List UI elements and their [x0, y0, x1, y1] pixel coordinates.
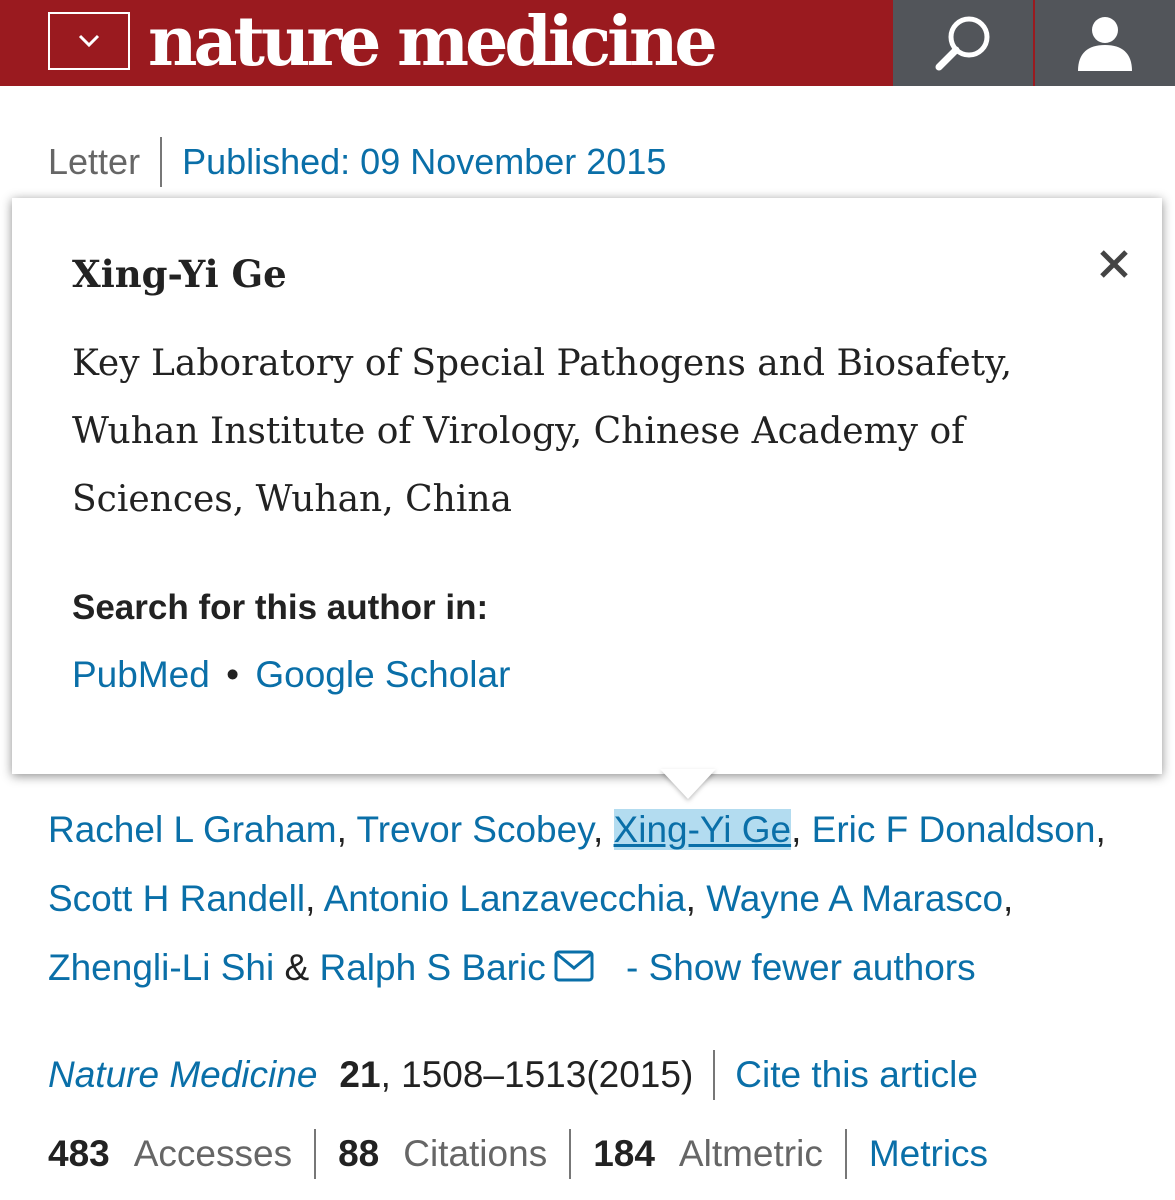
comma: ,	[1003, 878, 1014, 919]
metrics-row: 483 Accesses 88 Citations 184 Altmetric …	[48, 1128, 988, 1180]
author-link[interactable]: Antonio Lanzavecchia	[324, 878, 686, 919]
pubmed-link[interactable]: PubMed	[72, 654, 210, 695]
comma: ,	[685, 878, 696, 919]
popup-close-button[interactable]	[1094, 244, 1134, 284]
comma: ,	[336, 809, 347, 850]
header-user-button[interactable]	[1035, 0, 1175, 86]
journal-pages: , 1508–1513	[380, 1054, 587, 1095]
article-type-row: Letter Published: 09 November 2015	[48, 137, 666, 187]
author-link[interactable]: Zhengli-Li Shi	[48, 947, 274, 988]
author-popup: Xing-Yi Ge Key Laboratory of Special Pat…	[12, 198, 1162, 774]
citations-count: 88	[338, 1133, 380, 1174]
comma: ,	[305, 878, 316, 919]
comma: ,	[791, 809, 802, 850]
ampersand: &	[284, 947, 310, 988]
divider	[713, 1050, 716, 1100]
author-list: Rachel L Graham, Trevor Scobey, Xing-Yi …	[48, 795, 1158, 1002]
show-fewer-authors-link[interactable]: - Show fewer authors	[626, 947, 976, 988]
citations-label: Citations	[403, 1133, 548, 1174]
altmetric-label: Altmetric	[678, 1133, 823, 1174]
altmetric-count: 184	[593, 1133, 655, 1174]
menu-toggle-button[interactable]	[48, 12, 130, 70]
popup-search-links: PubMed • Google Scholar	[72, 654, 510, 696]
search-icon	[935, 16, 990, 71]
journal-volume: 21	[339, 1054, 381, 1095]
google-scholar-link[interactable]: Google Scholar	[255, 654, 510, 695]
popup-pointer	[660, 769, 716, 799]
journal-title: Nature Medicine	[48, 1054, 318, 1095]
author-link-selected[interactable]: Xing-Yi Ge	[613, 809, 792, 850]
divider	[160, 137, 163, 187]
mail-icon[interactable]	[554, 950, 594, 982]
article-type: Letter	[48, 141, 141, 182]
popup-affiliation: Key Laboratory of Special Pathogens and …	[72, 343, 1013, 520]
close-icon	[1100, 250, 1128, 278]
cite-article-link[interactable]: Cite this article	[735, 1054, 978, 1096]
author-link[interactable]: Rachel L Graham	[48, 809, 337, 850]
published-date-link[interactable]: Published: 09 November 2015	[182, 141, 666, 183]
author-link[interactable]: Scott H Randell	[48, 878, 305, 919]
author-link[interactable]: Wayne A Marasco	[706, 878, 1003, 919]
citation-row: Nature Medicine 21, 1508–1513 (2015) Cite…	[48, 1050, 978, 1100]
site-logo[interactable]: nature medicine	[148, 2, 718, 82]
header-search-button[interactable]	[893, 0, 1033, 86]
author-link[interactable]: Trevor Scobey	[357, 809, 593, 850]
accesses-count: 483	[48, 1133, 110, 1174]
divider	[569, 1129, 572, 1179]
popup-search-heading: Search for this author in:	[72, 588, 489, 627]
metrics-link[interactable]: Metrics	[869, 1133, 988, 1175]
divider	[844, 1129, 847, 1179]
divider	[314, 1129, 317, 1179]
comma: ,	[592, 809, 604, 850]
author-link[interactable]: Eric F Donaldson	[812, 809, 1096, 850]
journal-year: (2015)	[586, 1054, 694, 1095]
user-icon	[1078, 17, 1132, 71]
site-header: nature medicine	[0, 0, 1175, 86]
corresponding-author-link[interactable]: Ralph S Baric	[319, 947, 545, 988]
popup-author-name: Xing-Yi Ge	[72, 252, 287, 296]
comma: ,	[1095, 809, 1106, 850]
accesses-label: Accesses	[133, 1133, 293, 1174]
link-separator: •	[226, 654, 240, 695]
chevron-down-icon	[78, 34, 100, 48]
